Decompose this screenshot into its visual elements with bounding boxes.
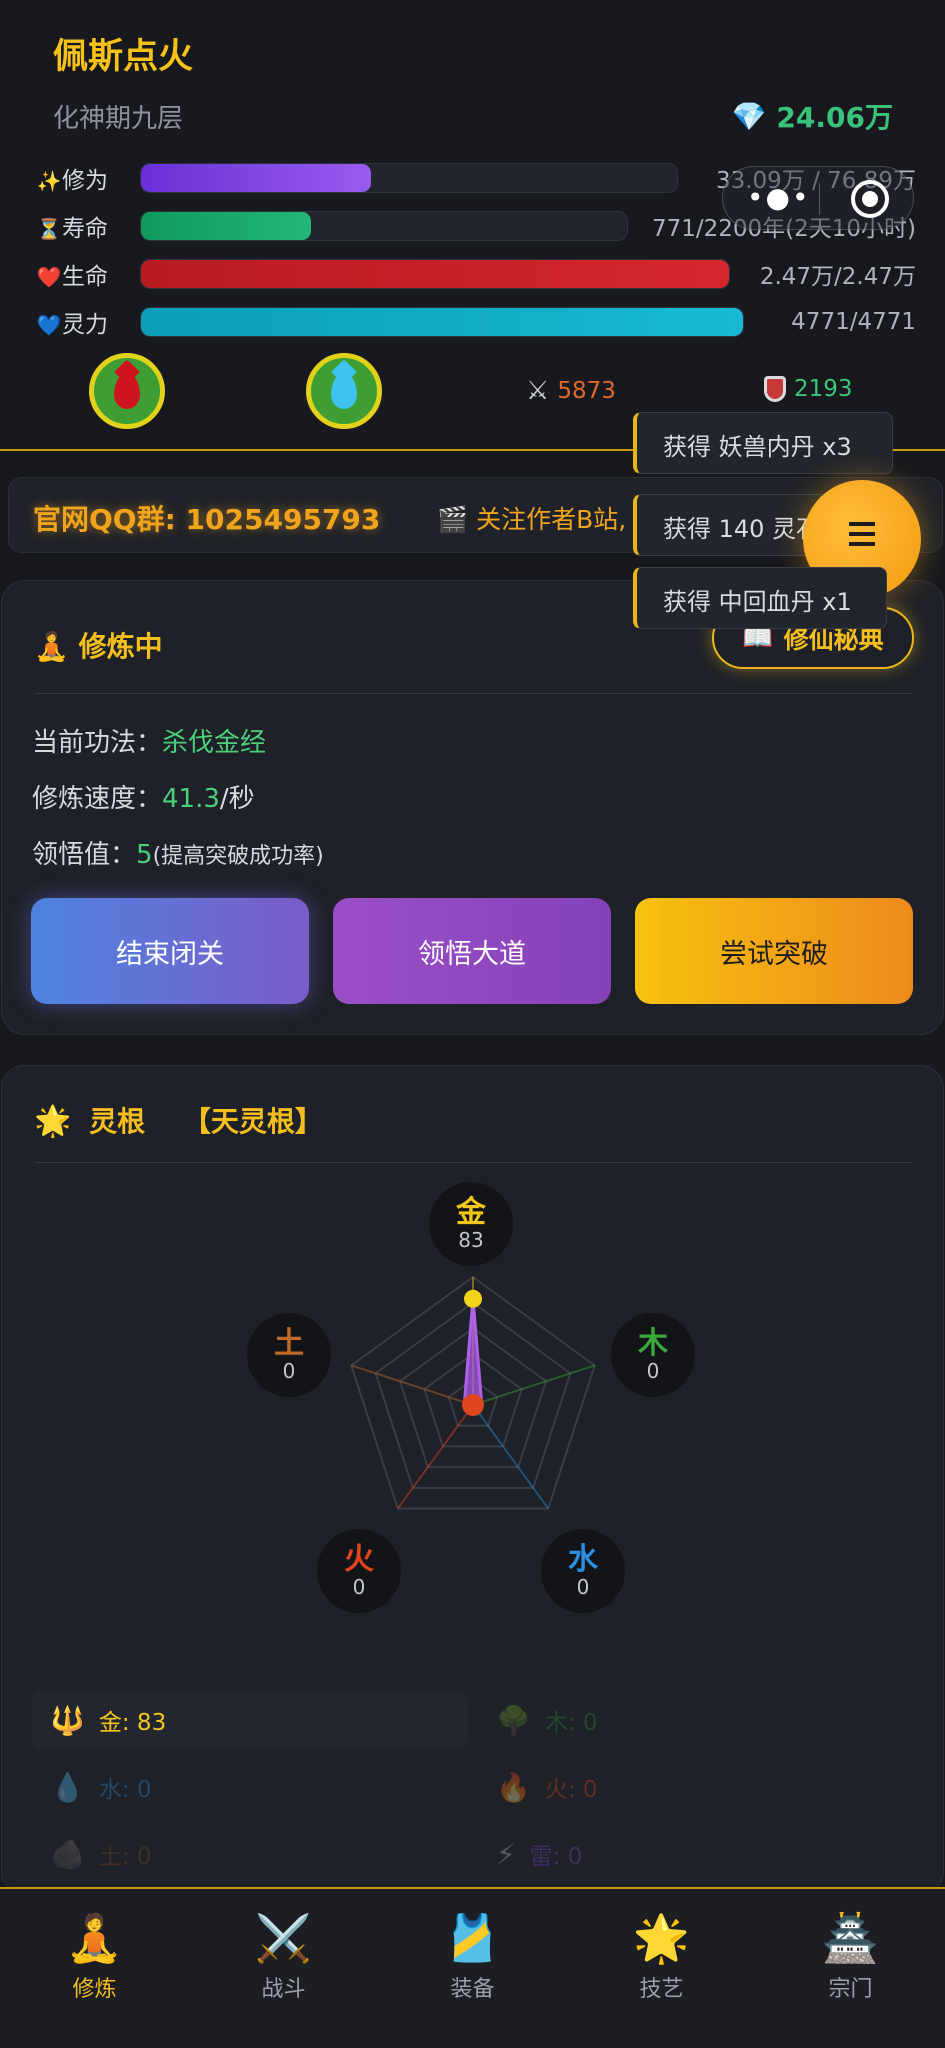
stat-row-mana: 💙灵力 4771/4771 (36, 304, 916, 340)
realm-level: 化神期九层 (53, 104, 184, 134)
speed-value: 41.3 (162, 784, 220, 814)
stat-label: ❤️生命 (36, 264, 108, 290)
method-line: 当前功法：杀伐金经 (32, 728, 267, 758)
health-bar (140, 259, 730, 289)
element-metal: 金 83 (429, 1182, 513, 1266)
close-target-icon[interactable] (851, 180, 889, 218)
tab-equipment[interactable]: 🎽 装备 (378, 1889, 567, 2029)
crossed-swords-icon: ⚔️ (254, 1911, 313, 1965)
health-bar-fill (141, 260, 729, 288)
element-wood: 木0 (611, 1313, 695, 1397)
tab-skills[interactable]: 🌟 技艺 (567, 1889, 756, 2029)
toast-notification: 获得 中回血丹 x1 (633, 567, 887, 629)
trident-icon: 🔱 (50, 1703, 85, 1737)
defense-value: 2193 (794, 376, 853, 402)
tree-icon: 🌳 (496, 1703, 531, 1737)
attempt-breakthrough-button[interactable]: 尝试突破 (635, 898, 913, 1004)
tab-label: 战斗 (261, 1977, 306, 2002)
element-list-item: 🔱 金: 83 (32, 1691, 468, 1749)
tab-cultivation[interactable]: 🧘 修炼 (0, 1889, 189, 2029)
bottom-tab-bar: 🧘 修炼 ⚔️ 战斗 🎽 装备 🌟 技艺 🏯 宗门 (0, 1887, 945, 2048)
lightning-icon: ⚡ (496, 1837, 516, 1871)
qq-group-text: 官网QQ群: 1025495793 (33, 503, 381, 536)
spirit-stones: 💎 24.06万 (732, 96, 893, 136)
element-list-item: 💧 水: 0 (50, 1770, 152, 1804)
defense-stat: 2193 (764, 376, 853, 402)
speed-line: 修炼速度：41.3/秒 (32, 784, 255, 814)
stat-label: 💙灵力 (36, 312, 108, 338)
radar-peak-dot (464, 1289, 482, 1308)
health-value: 2.47万/2.47万 (759, 264, 916, 290)
element-fire: 火0 (317, 1529, 401, 1613)
stat-label: ⏳寿命 (36, 216, 108, 242)
crossed-swords-icon: ⚔ (526, 376, 550, 406)
mana-bar-fill (141, 308, 743, 336)
sparkles-icon: ✨ (36, 169, 62, 193)
method-value: 杀伐金经 (162, 728, 267, 758)
cultivation-title: 🧘 修炼中 (34, 630, 163, 663)
cultivation-bar-fill (141, 164, 372, 192)
bilibili-text: 🎬 关注作者B站, (437, 505, 627, 534)
attack-stat: ⚔ 5873 (526, 376, 616, 406)
shield-icon (764, 376, 786, 402)
spirit-root-title: 🌟 灵根 【天灵根】 (34, 1104, 323, 1139)
element-list-item: 🔥 火: 0 (496, 1770, 598, 1804)
insight-value: 5 (136, 840, 153, 870)
heart-icon: ❤️ (36, 265, 62, 289)
blue-heart-icon: 💙 (36, 313, 62, 337)
lifespan-bar (140, 211, 628, 241)
red-drop-icon (114, 373, 140, 409)
tab-label: 修炼 (72, 1977, 117, 2002)
element-list-item: 🪨 土: 0 (50, 1837, 152, 1871)
tab-label: 技艺 (639, 1977, 684, 2002)
tab-sect[interactable]: 🏯 宗门 (756, 1889, 945, 2029)
mana-value: 4771/4771 (791, 309, 916, 335)
meditation-icon: 🧘 (34, 630, 69, 663)
end-retreat-button[interactable]: 结束闭关 (31, 898, 309, 1004)
menu-icon-bar (849, 542, 875, 546)
more-icon[interactable]: •●• (747, 181, 810, 214)
mana-potion-button[interactable] (306, 353, 382, 429)
hourglass-icon: ⏳ (36, 217, 62, 241)
attack-value: 5873 (557, 378, 616, 404)
toast-notification: 获得 妖兽内丹 x3 (633, 412, 893, 474)
diamond-icon: 💎 (731, 99, 767, 133)
insight-line: 领悟值：5(提高突破成功率) (32, 840, 324, 870)
health-potion-button[interactable] (89, 353, 165, 429)
element-water: 水0 (541, 1529, 625, 1613)
element-list-item: 🌳 木: 0 (496, 1703, 598, 1737)
element-earth: 土0 (247, 1313, 331, 1397)
miniprogram-capsule: •●• (722, 166, 914, 230)
rock-icon: 🪨 (50, 1837, 85, 1871)
meditation-icon: 🧘 (65, 1911, 124, 1965)
blue-drop-icon (331, 373, 357, 409)
radar-center-dot (462, 1394, 484, 1416)
stat-label: ✨修为 (36, 168, 108, 194)
star-icon: 🌟 (632, 1911, 691, 1965)
tab-label: 装备 (450, 1977, 495, 2002)
star-icon: 🌟 (34, 1104, 72, 1139)
shirt-icon: 🎽 (443, 1911, 502, 1965)
water-drop-icon: 💧 (50, 1770, 85, 1804)
spirit-root-type: 【天灵根】 (182, 1105, 323, 1138)
tab-battle[interactable]: ⚔️ 战斗 (189, 1889, 378, 2029)
comprehend-dao-button[interactable]: 领悟大道 (333, 898, 611, 1004)
tab-label: 宗门 (828, 1977, 873, 2002)
fire-icon: 🔥 (496, 1770, 531, 1804)
menu-icon-bar (849, 532, 875, 536)
castle-icon: 🏯 (821, 1911, 880, 1965)
element-list-item: ⚡ 雷: 0 (496, 1837, 583, 1871)
mana-bar (140, 307, 744, 337)
player-name: 佩斯点火 (53, 37, 194, 77)
card-divider (34, 693, 912, 694)
capsule-divider (819, 183, 820, 215)
stat-row-health: ❤️生命 2.47万/2.47万 (36, 256, 916, 292)
menu-icon-bar (849, 522, 875, 526)
cultivation-bar (140, 163, 678, 193)
lifespan-bar-fill (141, 212, 312, 240)
spirit-stones-amount: 24.06万 (776, 101, 893, 134)
card-divider (34, 1162, 912, 1163)
